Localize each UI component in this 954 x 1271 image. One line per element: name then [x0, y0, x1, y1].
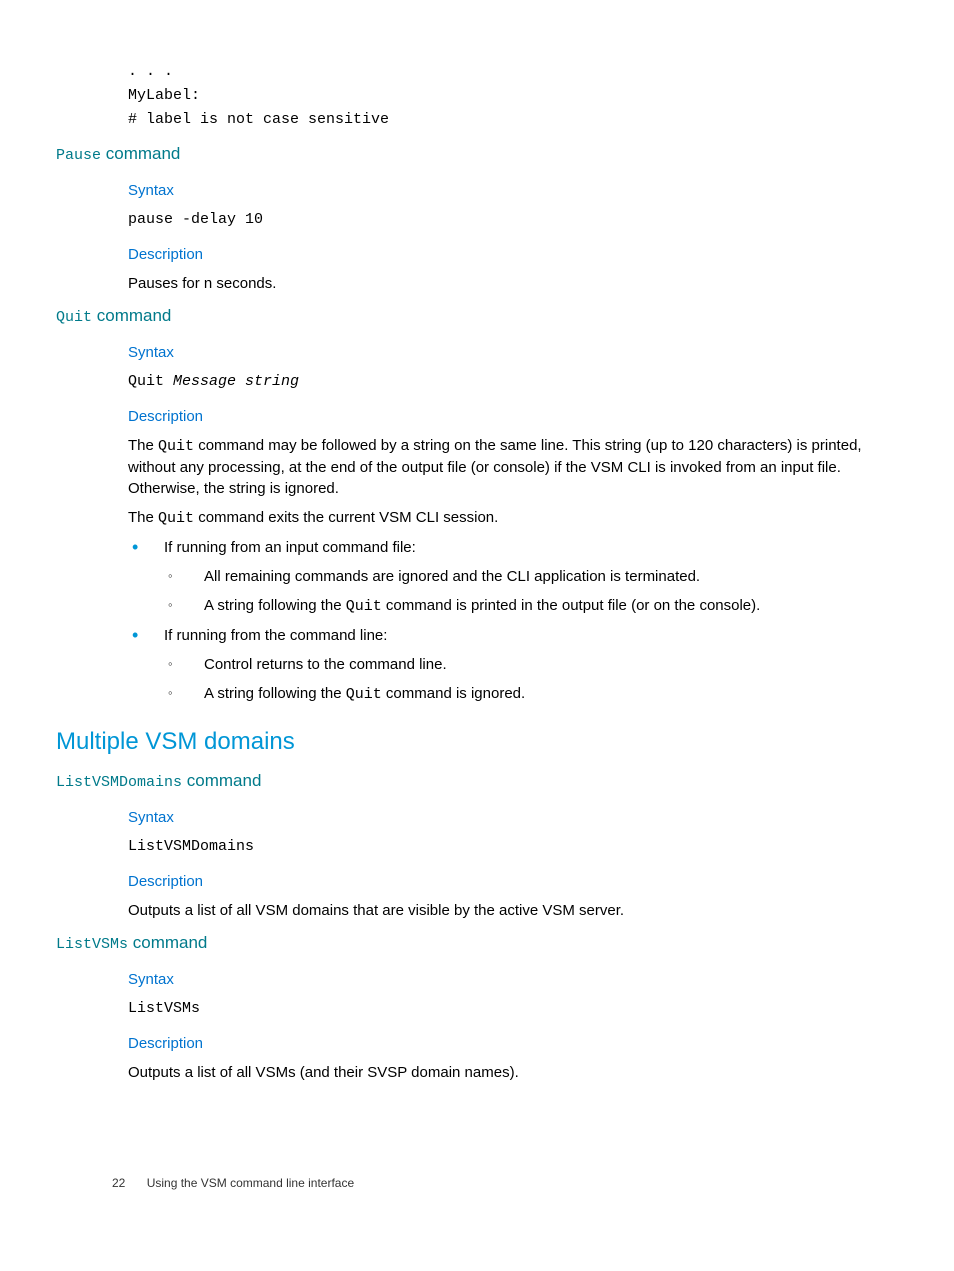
description-label: Description: [128, 1033, 898, 1054]
list-item: A string following the Quit command is i…: [164, 683, 898, 705]
code-line: # label is not case sensitive: [128, 108, 898, 132]
listvsms-heading: ListVSMs command: [56, 931, 898, 955]
code-sample: . . . MyLabel: # label is not case sensi…: [128, 60, 898, 132]
list-item: If running from the command line: Contro…: [128, 625, 898, 705]
description-para: The Quit command may be followed by a st…: [128, 435, 898, 499]
footer-title: Using the VSM command line interface: [147, 1176, 354, 1190]
description-text: Outputs a list of all VSMs (and their SV…: [128, 1062, 898, 1083]
syntax-code: pause -delay 10: [128, 209, 898, 230]
sub-list: Control returns to the command line. A s…: [164, 654, 898, 705]
syntax-label: Syntax: [128, 969, 898, 990]
bullet-list: If running from an input command file: A…: [128, 537, 898, 705]
sub-list: All remaining commands are ignored and t…: [164, 566, 898, 617]
section-title: Multiple VSM domains: [56, 725, 898, 759]
syntax-label: Syntax: [128, 807, 898, 828]
description-text: Outputs a list of all VSM domains that a…: [128, 900, 898, 921]
list-item: If running from an input command file: A…: [128, 537, 898, 617]
syntax-label: Syntax: [128, 342, 898, 363]
pause-command-heading: Pause command: [56, 142, 898, 166]
page-footer: 22 Using the VSM command line interface: [112, 1175, 354, 1192]
syntax-label: Syntax: [128, 180, 898, 201]
description-text: Pauses for n seconds.: [128, 273, 898, 294]
list-item: All remaining commands are ignored and t…: [164, 566, 898, 587]
syntax-code: ListVSMs: [128, 998, 898, 1019]
code-line: . . .: [128, 60, 898, 84]
description-label: Description: [128, 406, 898, 427]
list-item: Control returns to the command line.: [164, 654, 898, 675]
description-label: Description: [128, 244, 898, 265]
code-line: MyLabel:: [128, 84, 898, 108]
list-item: A string following the Quit command is p…: [164, 595, 898, 617]
page-number: 22: [112, 1176, 125, 1190]
quit-command-heading: Quit command: [56, 304, 898, 328]
syntax-code: ListVSMDomains: [128, 836, 898, 857]
syntax-code: Quit Message string: [128, 371, 898, 392]
listvsmdomains-heading: ListVSMDomains command: [56, 769, 898, 793]
description-para: The Quit command exits the current VSM C…: [128, 507, 898, 529]
description-label: Description: [128, 871, 898, 892]
